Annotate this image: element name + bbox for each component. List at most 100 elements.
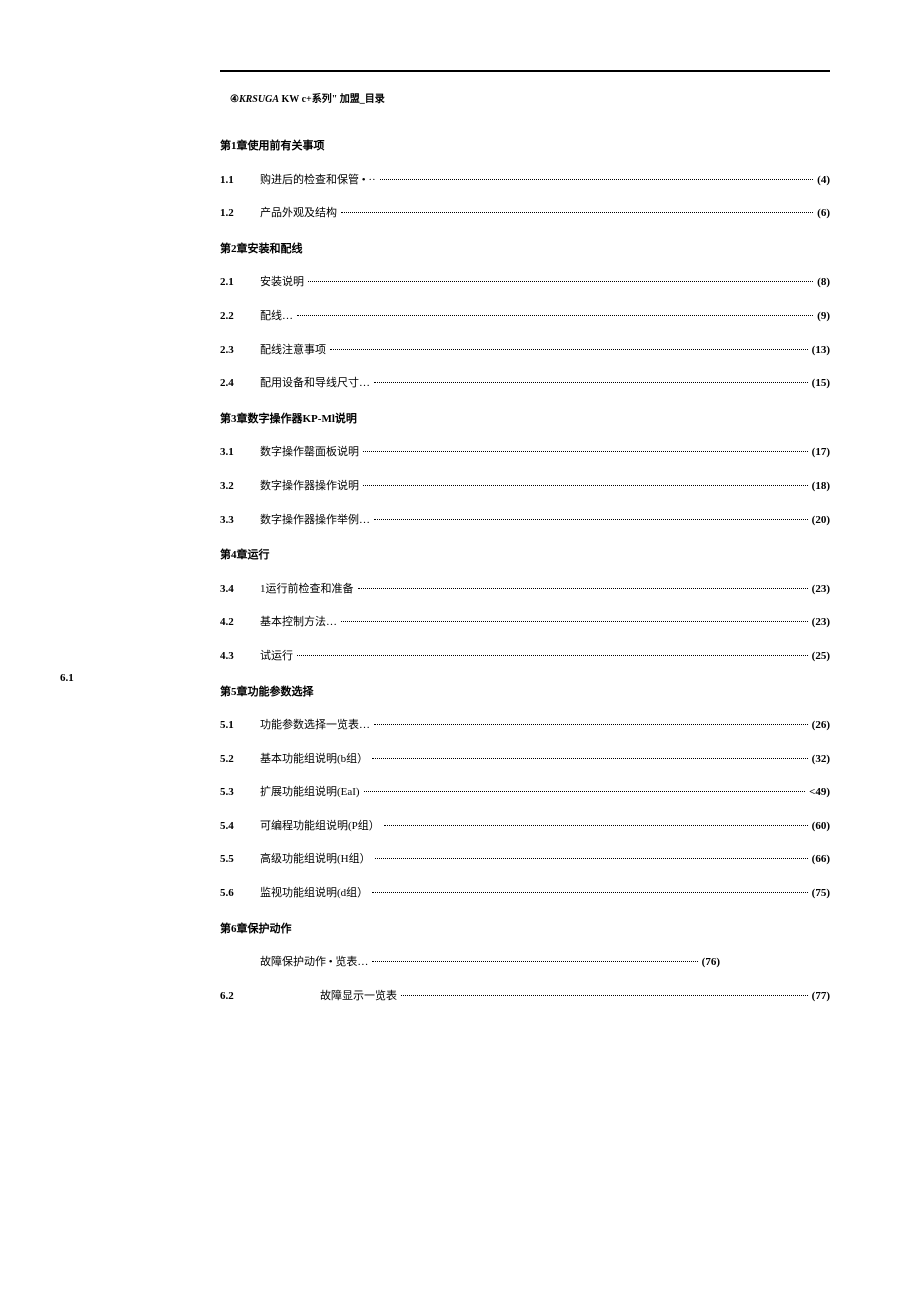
toc-row: 3.1 数字操作罄面板说明 (17): [220, 444, 830, 462]
toc-label: 故障保护动作 • 览表…: [260, 954, 368, 972]
toc-label: 试运行: [260, 648, 293, 666]
toc-page: (25): [812, 648, 830, 666]
toc-dots: [372, 961, 697, 962]
toc-dots: [372, 892, 808, 893]
toc-row: 2.4 配用设备和导线尺寸… (15): [220, 375, 830, 393]
toc-page: (18): [812, 478, 830, 496]
toc-label: 可编程功能组说明(P组）: [260, 818, 380, 836]
toc-dots: [384, 825, 808, 826]
toc-row: 5.4 可编程功能组说明(P组） (60): [220, 818, 830, 836]
toc-num: 5.3: [220, 784, 260, 802]
toc-label: 基本控制方法…: [260, 614, 337, 632]
toc-row-6-1: 故障保护动作 • 览表… (76): [220, 954, 720, 972]
toc-num: 2.2: [220, 308, 260, 326]
toc-dots: [341, 212, 813, 213]
toc-label: 产品外观及结构: [260, 205, 337, 223]
toc-num: 4.3: [220, 648, 260, 666]
toc-label: 基本功能组说明(b组）: [260, 751, 368, 769]
toc-row: 4.3 试运行 (25): [220, 648, 830, 666]
toc-num: 3.1: [220, 444, 260, 462]
toc-num: 2.1: [220, 274, 260, 292]
toc-num: 5.1: [220, 717, 260, 735]
toc-dots: [374, 519, 808, 520]
toc-label: 配线注意事项: [260, 342, 326, 360]
brand-name: KRSUGA: [239, 94, 279, 105]
toc-row: 3.3 数字操作器操作举例… (20): [220, 512, 830, 530]
toc-num: 3.2: [220, 478, 260, 496]
toc-num: 2.4: [220, 375, 260, 393]
toc-label: 安装说明: [260, 274, 304, 292]
page: ④KRSUGA KW c+系列" 加盟_目录 6.1 第1章使用前有关事项 1.…: [0, 0, 920, 1301]
toc-page: (20): [812, 512, 830, 530]
toc-dots: [341, 621, 808, 622]
doc-header: ④KRSUGA KW c+系列" 加盟_目录: [230, 90, 385, 105]
toc-row: 3.2 数字操作器操作说明 (18): [220, 478, 830, 496]
toc-dots: [297, 315, 813, 316]
toc-row-6-2: 6.2 故障显示一览表 (77): [220, 988, 830, 1006]
toc-page: (8): [817, 274, 830, 292]
toc-row: 1.1 购进后的检查和保管 • ·· (4): [220, 172, 830, 190]
chapter-title: 第5章功能参数选择: [220, 684, 830, 702]
toc-page: (60): [812, 818, 830, 836]
toc-dots: [308, 281, 813, 282]
toc-page: <49): [809, 784, 830, 802]
toc-page: (76): [702, 954, 720, 972]
toc-label: 故障显示一览表: [320, 988, 397, 1006]
chapter-title: 第3章数字操作器KP-Ml说明: [220, 411, 830, 429]
toc-num: 5.5: [220, 851, 260, 869]
toc-page: (17): [812, 444, 830, 462]
toc-num: 5.4: [220, 818, 260, 836]
toc-dots: [401, 995, 808, 996]
toc-row: 5.5 高级功能组说明(H组） (66): [220, 851, 830, 869]
toc-num: 3.4: [220, 581, 260, 599]
toc-row: 2.1 安装说明 (8): [220, 274, 830, 292]
toc-label: 数字操作器操作说明: [260, 478, 359, 496]
toc-content: 第1章使用前有关事项 1.1 购进后的检查和保管 • ·· (4) 1.2 产品…: [220, 120, 830, 1005]
toc-label: 配线…: [260, 308, 293, 326]
toc-dots: [375, 858, 808, 859]
toc-label: 监视功能组说明(d组）: [260, 885, 368, 903]
toc-page: (13): [812, 342, 830, 360]
toc-row: 5.1 功能参数选择一览表… (26): [220, 717, 830, 735]
toc-dots: [374, 382, 808, 383]
toc-row: 5.2 基本功能组说明(b组） (32): [220, 751, 830, 769]
toc-dots: [363, 485, 808, 486]
toc-label: 功能参数选择一览表…: [260, 717, 370, 735]
toc-page: (23): [812, 581, 830, 599]
toc-num: 1.1: [220, 172, 260, 190]
chapter-title: 第1章使用前有关事项: [220, 138, 830, 156]
toc-dots: [364, 791, 805, 792]
outdent-6-1: 6.1: [60, 672, 74, 684]
toc-label: 1运行前检查和准备: [260, 581, 354, 599]
toc-page: (66): [812, 851, 830, 869]
toc-label: 购进后的检查和保管 • ··: [260, 172, 376, 190]
toc-dots: [297, 655, 808, 656]
toc-page: (26): [812, 717, 830, 735]
toc-label: 高级功能组说明(H组）: [260, 851, 371, 869]
toc-page: (6): [817, 205, 830, 223]
toc-page: (77): [812, 988, 830, 1006]
brand-prefix: ④: [230, 94, 239, 105]
toc-num: 2.3: [220, 342, 260, 360]
toc-page: (23): [812, 614, 830, 632]
toc-row: 4.2 基本控制方法… (23): [220, 614, 830, 632]
toc-row: 1.2 产品外观及结构 (6): [220, 205, 830, 223]
toc-row: 2.2 配线… (9): [220, 308, 830, 326]
toc-page: (32): [812, 751, 830, 769]
toc-page: (75): [812, 885, 830, 903]
top-rule: [220, 70, 830, 72]
toc-num: 3.3: [220, 512, 260, 530]
chapter-title: 第6章保护动作: [220, 921, 830, 939]
toc-row: 2.3 配线注意事项 (13): [220, 342, 830, 360]
toc-dots: [374, 724, 808, 725]
toc-label: 配用设备和导线尺寸…: [260, 375, 370, 393]
toc-dots: [330, 349, 808, 350]
toc-row: 3.4 1运行前检查和准备 (23): [220, 581, 830, 599]
toc-num: 5.2: [220, 751, 260, 769]
toc-dots: [380, 179, 813, 180]
model-text: KW c+系列" 加盟_目录: [279, 94, 385, 105]
toc-row: 5.3 扩展功能组说明(EaI) <49): [220, 784, 830, 802]
toc-num: 6.2: [220, 988, 260, 1006]
toc-label: 数字操作罄面板说明: [260, 444, 359, 462]
toc-row: 5.6 监视功能组说明(d组） (75): [220, 885, 830, 903]
